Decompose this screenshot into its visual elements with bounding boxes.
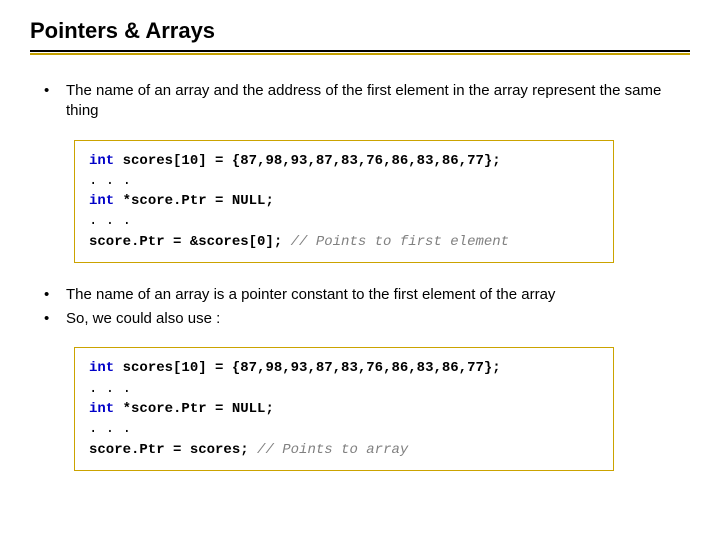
code-text: score.Ptr = &scores[0]; xyxy=(89,234,282,250)
code-keyword: int xyxy=(89,153,114,169)
bullet-text: So, we could also use : xyxy=(66,309,682,329)
code-ellipsis: . . . xyxy=(89,171,599,191)
slide-title: Pointers & Arrays xyxy=(30,18,690,50)
code-ellipsis: . . . xyxy=(89,211,599,231)
slide-body: • The name of an array and the address o… xyxy=(30,55,690,471)
code-block-2: int scores[10] = {87,98,93,87,83,76,86,8… xyxy=(74,347,614,470)
code-ellipsis: . . . xyxy=(89,379,599,399)
code-text: *score.Ptr = NULL; xyxy=(114,401,274,417)
bullet-text: The name of an array is a pointer consta… xyxy=(66,285,682,305)
bullet-item: • The name of an array is a pointer cons… xyxy=(38,285,682,305)
code-text: scores[10] = {87,98,93,87,83,76,86,83,86… xyxy=(114,360,500,376)
code-text: score.Ptr = scores; xyxy=(89,442,249,458)
code-comment: // Points to array xyxy=(249,442,409,458)
bullet-item: • The name of an array and the address o… xyxy=(38,81,682,122)
bullet-marker: • xyxy=(38,285,66,305)
bullet-item: • So, we could also use : xyxy=(38,309,682,329)
code-keyword: int xyxy=(89,401,114,417)
code-comment: // Points to first element xyxy=(282,234,509,250)
title-rule xyxy=(30,50,690,52)
bullet-marker: • xyxy=(38,81,66,122)
code-block-1: int scores[10] = {87,98,93,87,83,76,86,8… xyxy=(74,140,614,263)
code-keyword: int xyxy=(89,193,114,209)
code-ellipsis: . . . xyxy=(89,419,599,439)
bullet-text: The name of an array and the address of … xyxy=(66,81,682,122)
code-text: scores[10] = {87,98,93,87,83,76,86,83,86… xyxy=(114,153,500,169)
code-text: *score.Ptr = NULL; xyxy=(114,193,274,209)
bullet-marker: • xyxy=(38,309,66,329)
code-keyword: int xyxy=(89,360,114,376)
